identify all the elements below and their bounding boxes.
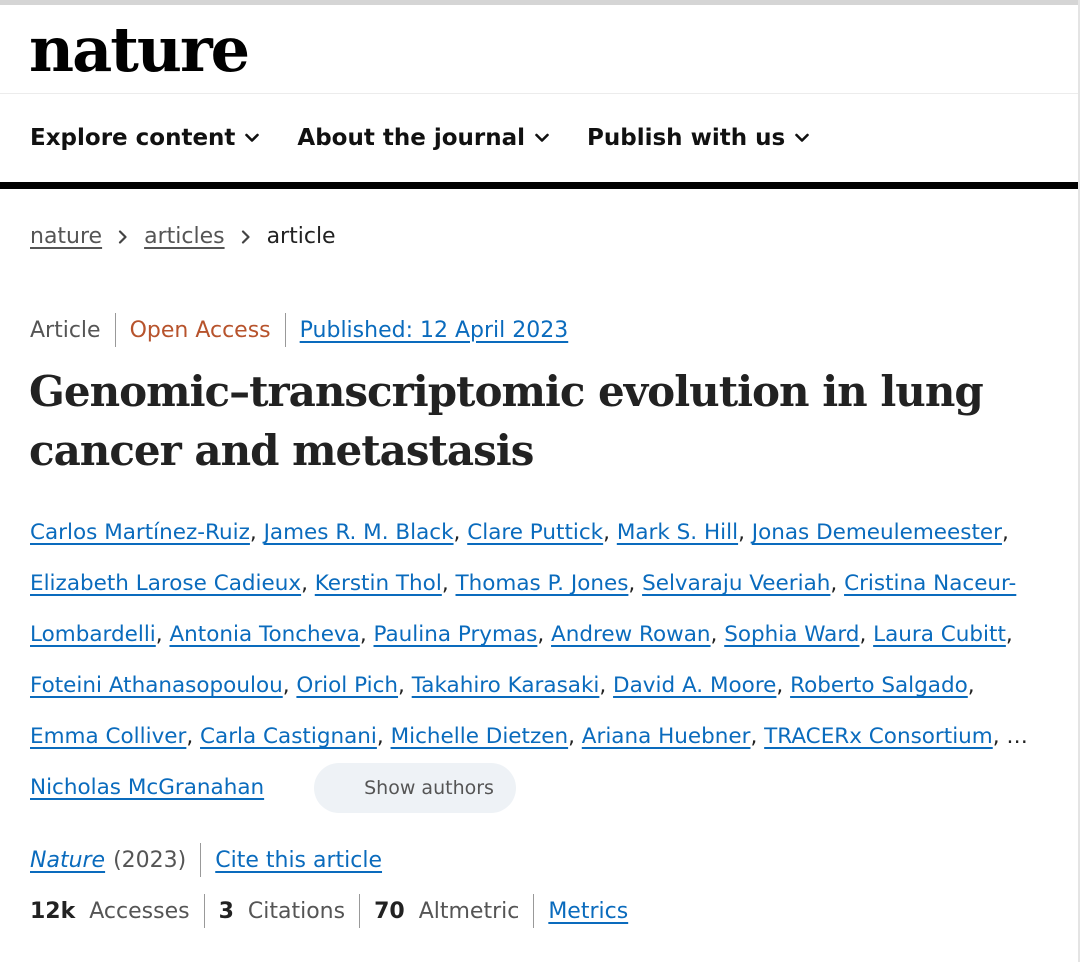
author-link[interactable]: Carla Castignani (200, 724, 377, 749)
author-link[interactable]: TRACERx Consortium (764, 724, 993, 749)
author-separator: , (301, 571, 315, 596)
author-separator: , (186, 724, 201, 749)
author-link[interactable]: Mark S. Hill (617, 520, 738, 545)
author-link[interactable]: Clare Puttick (467, 520, 603, 545)
author-link[interactable]: James R. M. Black (264, 520, 454, 545)
nav-publish-with-us[interactable]: Publish with us (587, 125, 809, 151)
author-link-last[interactable]: Nicholas McGranahan (30, 775, 264, 800)
chevron-down-icon (245, 133, 260, 142)
author-link[interactable]: Ariana Huebner (582, 724, 751, 749)
article-title: Genomic–transcriptomic evolution in lung… (29, 367, 984, 475)
author-link[interactable]: Foteini Athanasopoulou (30, 673, 283, 698)
author-link[interactable]: Michelle Dietzen (391, 724, 569, 749)
publication-year: (2023) (113, 847, 187, 873)
author-separator: , (603, 520, 617, 545)
author-separator: , (249, 520, 264, 545)
author-separator: , (537, 622, 552, 647)
nav-explore-content[interactable]: Explore content (30, 125, 260, 151)
open-access-badge: Open Access (129, 317, 271, 343)
author-separator: , (710, 622, 725, 647)
meta-divider (284, 313, 286, 347)
author-link[interactable]: Kerstin Thol (315, 571, 442, 596)
breadcrumb-nature[interactable]: nature (30, 224, 102, 249)
site-logo[interactable]: nature (29, 12, 250, 88)
author-link[interactable]: Elizabeth Larose Cadieux (30, 571, 301, 596)
author-link[interactable]: Selvaraju Veeriah (642, 571, 830, 596)
accesses-label: Accesses (89, 898, 190, 924)
breadcrumb: nature articles article (30, 224, 336, 249)
author-link[interactable]: Takahiro Karasaki (412, 673, 600, 698)
author-separator: , (830, 571, 845, 596)
meta-divider (114, 313, 116, 347)
author-link[interactable]: Sophia Ward (724, 622, 859, 647)
nav-divider (0, 182, 1080, 189)
published-date-link[interactable]: Published: 12 April 2023 (300, 318, 569, 343)
chevron-right-icon (118, 229, 128, 244)
chevron-right-icon (241, 229, 251, 244)
author-link[interactable]: Jonas Demeulemeester (752, 520, 1002, 545)
author-separator: , (155, 622, 170, 647)
chevron-down-icon (535, 133, 549, 142)
author-separator: , (359, 622, 374, 647)
accesses-count: 12k (30, 898, 76, 924)
citations-label: Citations (247, 898, 346, 924)
nav-item-label: Publish with us (587, 125, 786, 151)
show-authors-button[interactable]: Show authors (314, 763, 516, 813)
breadcrumb-current: article (266, 224, 336, 249)
author-separator: , (859, 622, 874, 647)
meta-divider (533, 894, 535, 928)
author-link[interactable]: Andrew Rowan (551, 622, 711, 647)
author-list: Carlos Martínez-Ruiz, James R. M. Black,… (30, 507, 1050, 813)
article-meta: Article Open Access Published: 12 April … (30, 313, 568, 347)
meta-divider (359, 894, 361, 928)
author-link[interactable]: Antonia Toncheva (169, 622, 359, 647)
author-separator: , (992, 724, 1007, 749)
author-link[interactable]: Thomas P. Jones (456, 571, 629, 596)
author-ellipsis: … (1006, 724, 1028, 749)
author-separator: , (599, 673, 614, 698)
altmetric-count: 70 (374, 898, 405, 924)
meta-divider (203, 894, 205, 928)
metrics-row: 12k Accesses 3 Citations 70 Altmetric Me… (30, 893, 628, 929)
author-separator: , (376, 724, 391, 749)
meta-divider (200, 843, 202, 877)
author-separator: , (967, 673, 975, 698)
journal-link[interactable]: Nature (30, 848, 105, 873)
author-separator: , (282, 673, 297, 698)
author-separator: , (750, 724, 765, 749)
author-separator: , (568, 724, 582, 749)
citation-row: Nature (2023) Cite this article (30, 842, 382, 878)
header-divider (0, 93, 1080, 94)
author-separator: , (453, 520, 468, 545)
author-link[interactable]: Laura Cubitt (873, 622, 1006, 647)
author-separator: , (776, 673, 791, 698)
author-link[interactable]: Oriol Pich (296, 673, 398, 698)
top-border (0, 0, 1080, 5)
cite-article-link[interactable]: Cite this article (215, 848, 382, 873)
chevron-down-icon (795, 133, 809, 142)
main-nav: Explore content About the journal Publis… (30, 118, 847, 158)
citations-count: 3 (218, 898, 234, 924)
author-separator: , (441, 571, 456, 596)
author-link[interactable]: Emma Colliver (30, 724, 186, 749)
nav-item-label: About the journal (297, 125, 526, 151)
author-link[interactable]: David A. Moore (613, 673, 776, 698)
author-separator: , (628, 571, 643, 596)
author-separator: , (738, 520, 752, 545)
altmetric-label: Altmetric (418, 898, 520, 924)
article-type: Article (30, 317, 101, 343)
author-separator: , (1005, 622, 1013, 647)
breadcrumb-articles[interactable]: articles (144, 224, 224, 249)
nav-about-the-journal[interactable]: About the journal (297, 125, 549, 151)
author-link[interactable]: Roberto Salgado (790, 673, 968, 698)
nav-item-label: Explore content (30, 125, 236, 151)
metrics-link[interactable]: Metrics (548, 899, 628, 924)
author-link[interactable]: Paulina Prymas (374, 622, 538, 647)
author-link[interactable]: Carlos Martínez-Ruiz (30, 520, 250, 545)
author-separator: , (398, 673, 412, 698)
author-separator: , (1001, 520, 1009, 545)
